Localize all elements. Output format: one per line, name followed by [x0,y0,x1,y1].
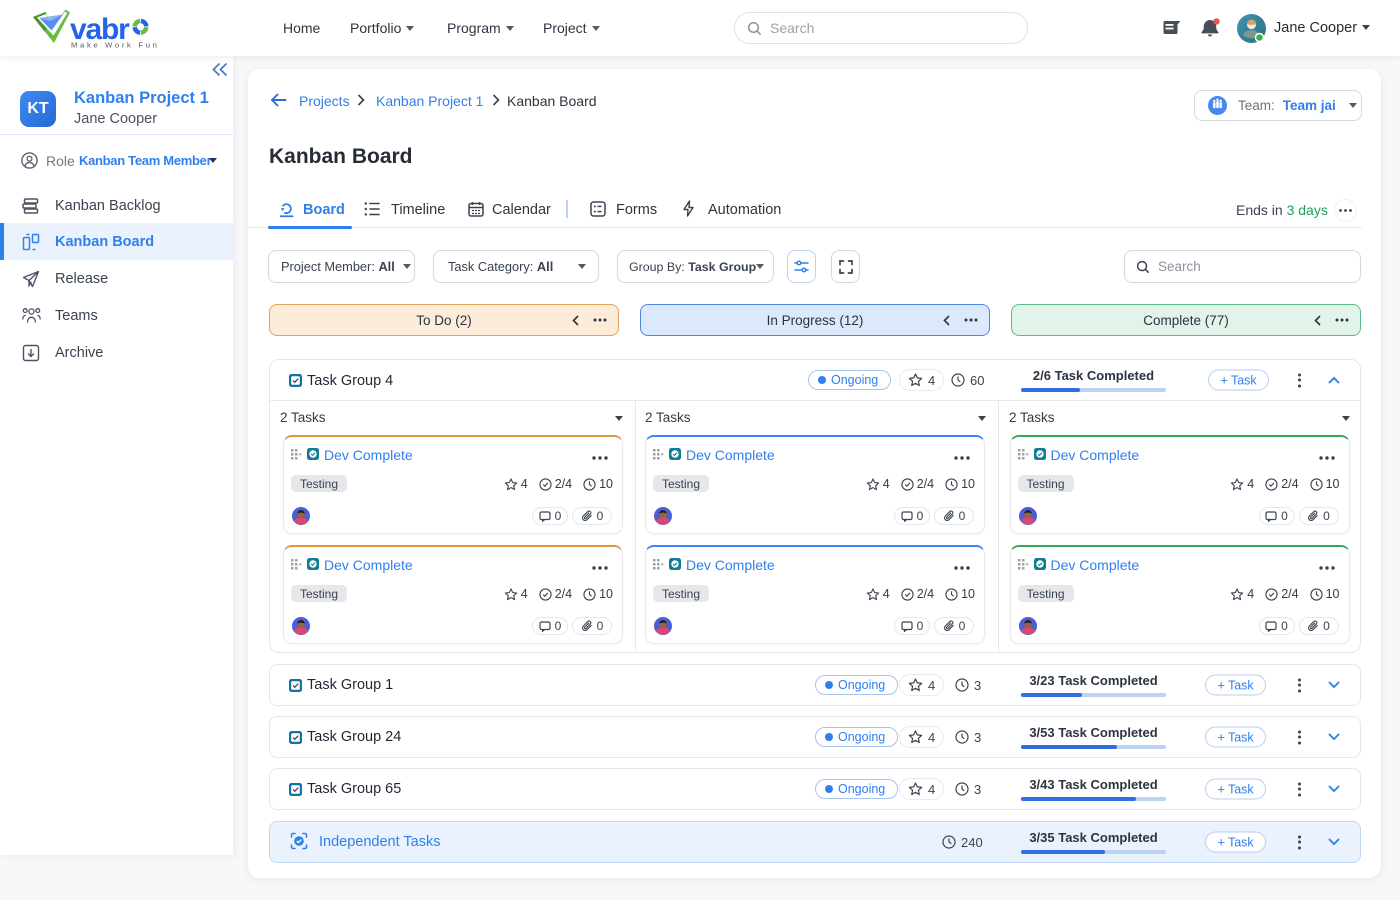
svg-text:Make Work Fun: Make Work Fun [71,41,160,50]
